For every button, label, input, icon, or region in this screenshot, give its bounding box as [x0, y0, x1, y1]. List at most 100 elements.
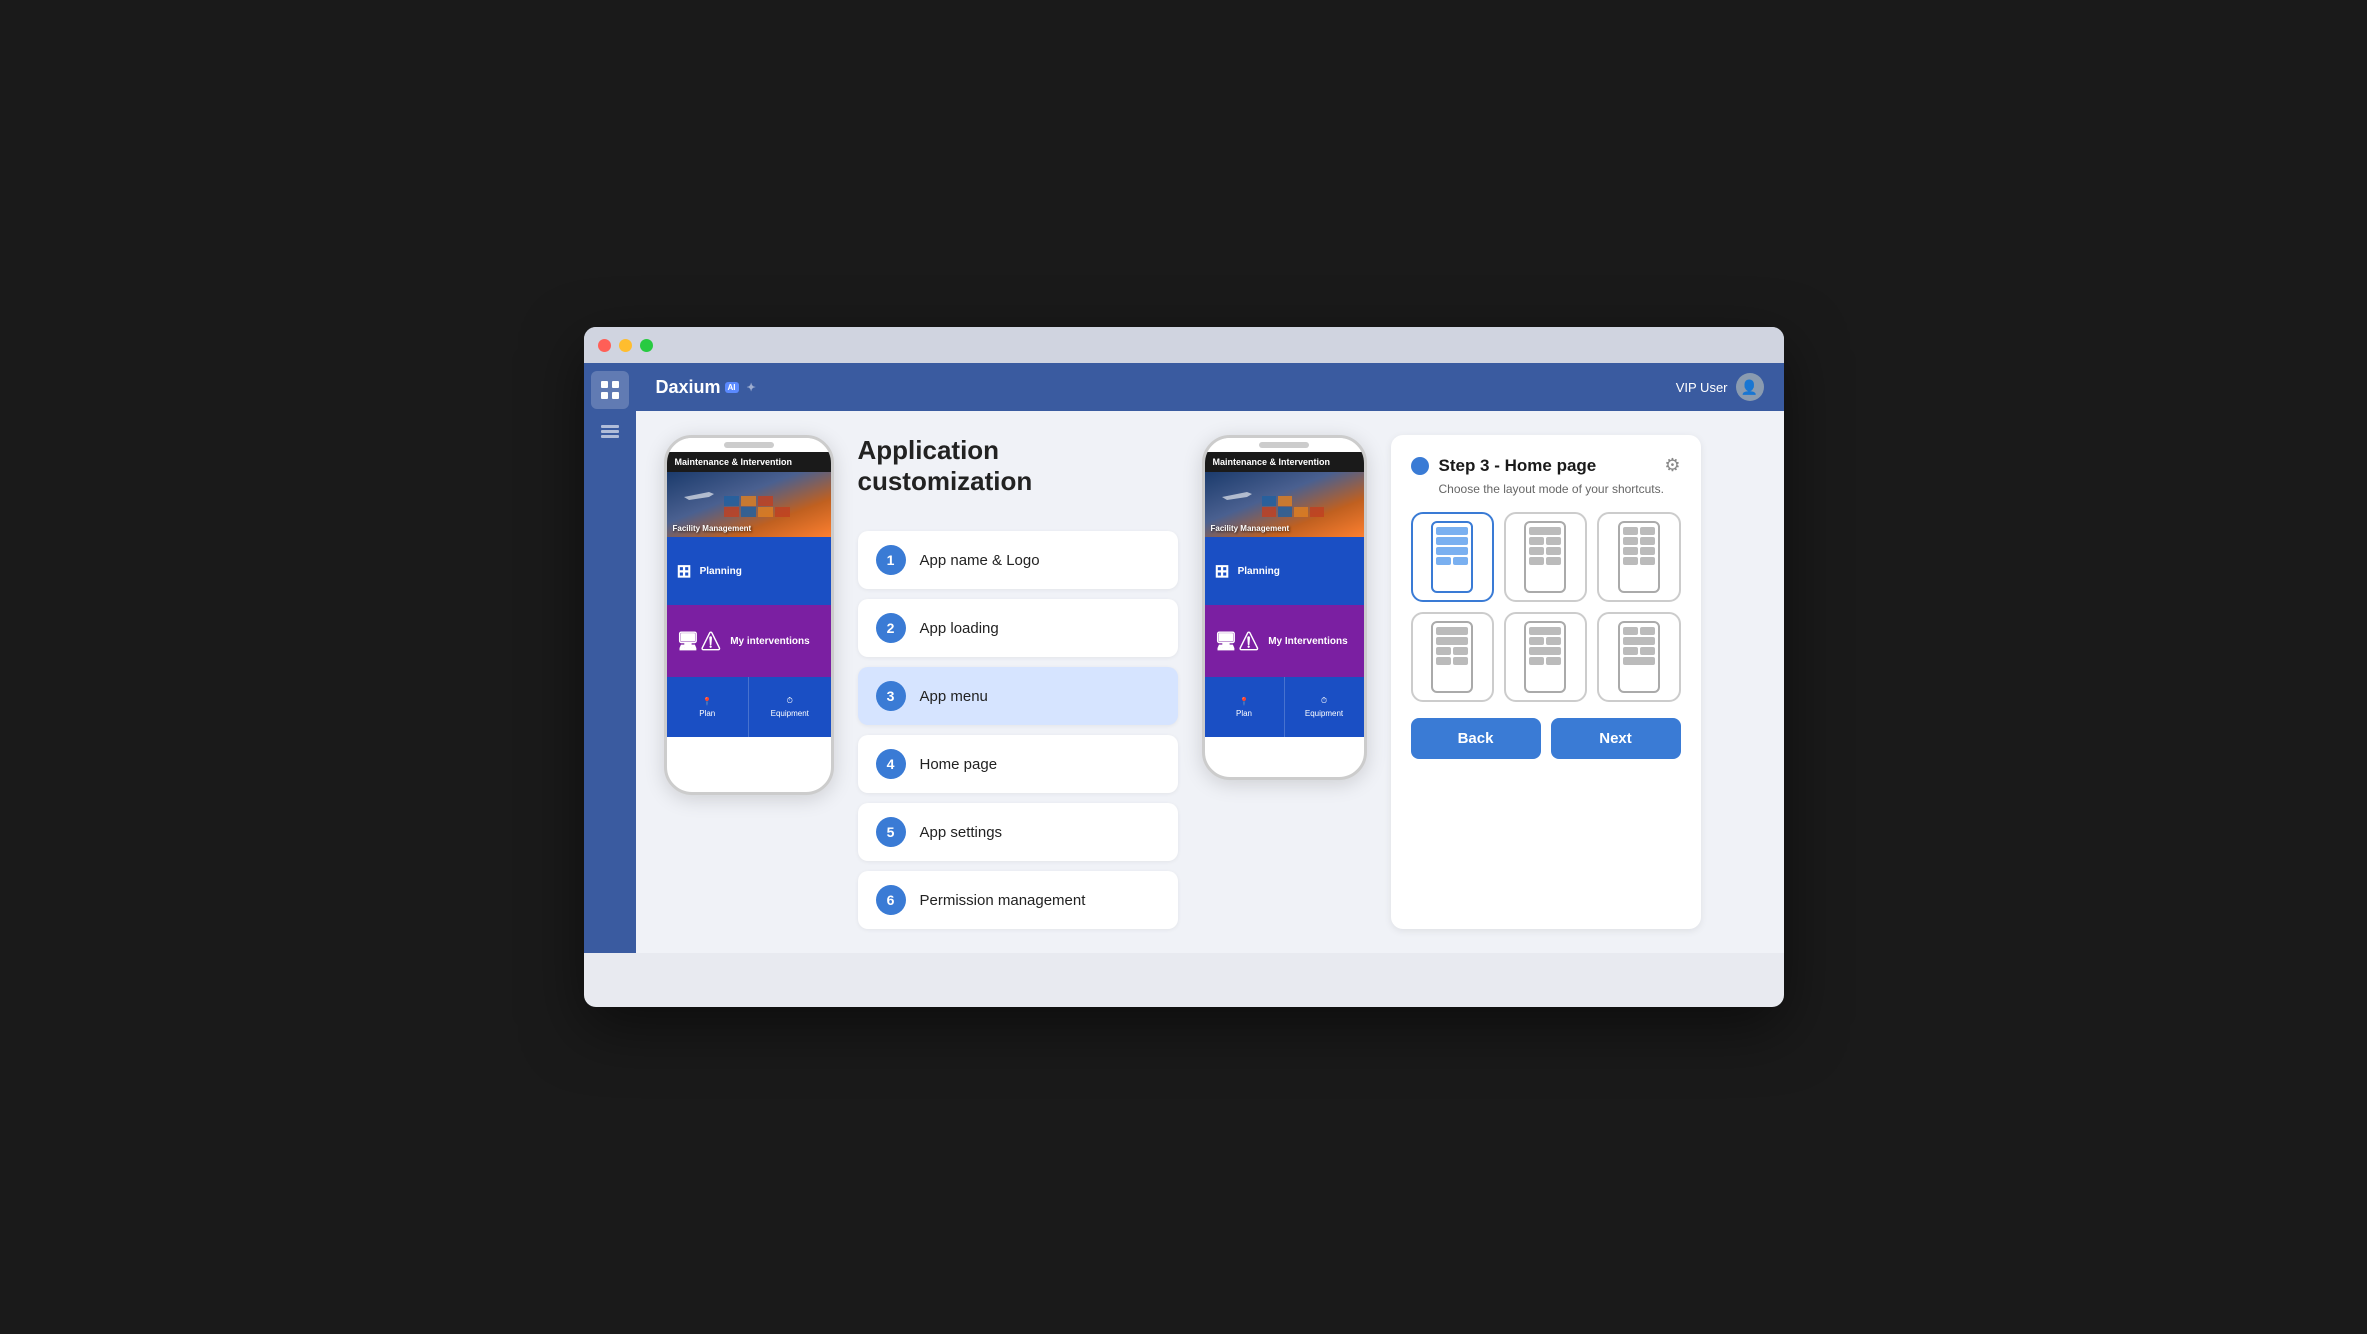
maximize-button[interactable] — [640, 339, 653, 352]
minimize-button[interactable] — [619, 339, 632, 352]
layout-row-5-2 — [1529, 637, 1561, 645]
action-buttons: Back Next — [1411, 718, 1681, 759]
layout-row-3-2 — [1623, 537, 1655, 545]
right-phone-header: Maintenance & Intervention — [1205, 452, 1364, 472]
layout-phone-mini-4 — [1431, 621, 1473, 693]
interventions-label: My interventions — [730, 636, 809, 647]
step-heading: Step 3 - Home page — [1439, 456, 1597, 476]
layout-row-3-4 — [1623, 557, 1655, 565]
right-phone-hero-caption: Facility Management — [1211, 524, 1290, 533]
right-interventions-label: My Interventions — [1268, 636, 1347, 647]
layout-row-6-3 — [1623, 647, 1655, 655]
user-label: VIP User — [1676, 380, 1728, 395]
step-item-2[interactable]: 2 App loading — [858, 599, 1178, 657]
right-interventions-icon: 🖥⚠ — [1215, 631, 1261, 652]
step-indicator-dot — [1411, 457, 1429, 475]
right-panel: Step 3 - Home page ⚙ Choose the layout m… — [1391, 435, 1701, 929]
layout-phone-mini-2 — [1524, 521, 1566, 593]
interventions-icon: 🖥⚠ — [677, 631, 723, 652]
plan-label: Plan — [699, 709, 715, 718]
layout-row-2-4 — [1529, 557, 1561, 565]
sidebar — [584, 363, 636, 953]
layout-row-2 — [1436, 537, 1468, 545]
next-button[interactable]: Next — [1551, 718, 1681, 759]
planning-icon: ⊞ — [677, 561, 692, 582]
layout-row-2-2 — [1529, 537, 1561, 545]
right-planning-label: Planning — [1238, 566, 1280, 577]
step-label-6: Permission management — [920, 892, 1086, 909]
phone-tile-plan: 📍 Plan — [667, 677, 750, 737]
right-phone-tile-plan: 📍 Plan — [1205, 677, 1285, 737]
layout-phone-mini-5 — [1524, 621, 1566, 693]
layout-option-2[interactable] — [1504, 512, 1587, 602]
layout-row-4-2 — [1436, 637, 1468, 645]
right-phone-notch — [1205, 438, 1364, 452]
layout-phone-mini-6 — [1618, 621, 1660, 693]
titlebar — [584, 327, 1784, 363]
layout-row-6-4 — [1623, 657, 1655, 665]
layout-row-4 — [1436, 557, 1468, 565]
settings-button[interactable]: ⚙ — [1664, 455, 1680, 476]
step-label-4: Home page — [920, 756, 998, 773]
phone-hero-image: Facility Management — [667, 472, 831, 537]
user-avatar: 👤 — [1736, 373, 1764, 401]
step-title-row: Step 3 - Home page — [1411, 456, 1597, 476]
mac-window: DaxiumAI ✦ VIP User 👤 Maintenance & I — [584, 327, 1784, 1007]
phone-header-label: Maintenance & Intervention — [667, 452, 831, 472]
step-badge-4: 4 — [876, 749, 906, 779]
middle-phone-section: Maintenance & Intervention — [1202, 435, 1367, 929]
equipment-label: Equipment — [771, 709, 809, 718]
layout-option-4[interactable] — [1411, 612, 1494, 702]
sidebar-table-icon[interactable] — [591, 413, 629, 451]
back-button[interactable]: Back — [1411, 718, 1541, 759]
step-item-5[interactable]: 5 App settings — [858, 803, 1178, 861]
layout-phone-mini-3 — [1618, 521, 1660, 593]
page-title: Application customization — [858, 435, 1178, 497]
phone-hero-caption: Facility Management — [673, 524, 752, 533]
steps-section: Application customization 1 App name & L… — [858, 435, 1178, 929]
right-equipment-icon: ⏱ — [1321, 696, 1327, 706]
app-shell: DaxiumAI ✦ VIP User 👤 Maintenance & I — [584, 363, 1784, 953]
phone-tile-equipment: ⏱ Equipment — [749, 677, 831, 737]
close-button[interactable] — [598, 339, 611, 352]
step-item-1[interactable]: 1 App name & Logo — [858, 531, 1178, 589]
layout-option-1[interactable] — [1411, 512, 1494, 602]
step-label-3: App menu — [920, 688, 988, 705]
step-badge-2: 2 — [876, 613, 906, 643]
left-phone-mockup: Maintenance & Intervention — [664, 435, 834, 795]
layout-row-2-3 — [1529, 547, 1561, 555]
step-item-6[interactable]: 6 Permission management — [858, 871, 1178, 929]
layout-option-6[interactable] — [1597, 612, 1680, 702]
plan-icon: 📍 — [702, 697, 712, 706]
step-badge-1: 1 — [876, 545, 906, 575]
content-area: Maintenance & Intervention — [636, 411, 1784, 953]
right-equipment-label: Equipment — [1305, 709, 1343, 718]
layout-row-6-2 — [1623, 637, 1655, 645]
app-logo: DaxiumAI ✦ — [656, 377, 756, 398]
phone-tile-planning: ⊞ Planning — [667, 537, 831, 605]
layout-row-4-1 — [1436, 627, 1468, 635]
layout-row-6-1 — [1623, 627, 1655, 635]
user-menu[interactable]: VIP User 👤 — [1676, 373, 1764, 401]
step-description: Choose the layout mode of your shortcuts… — [1439, 482, 1681, 496]
logo-sup: AI — [725, 382, 739, 393]
right-phone-tile-planning: ⊞ Planning — [1205, 537, 1364, 605]
phone-notch — [667, 438, 831, 452]
step-item-4[interactable]: 4 Home page — [858, 735, 1178, 793]
layout-row-5-4 — [1529, 657, 1561, 665]
layout-option-3[interactable] — [1597, 512, 1680, 602]
layout-row-3-3 — [1623, 547, 1655, 555]
step-label-5: App settings — [920, 824, 1003, 841]
top-bar: DaxiumAI ✦ VIP User 👤 — [636, 363, 1784, 411]
step-item-3[interactable]: 3 App menu — [858, 667, 1178, 725]
sidebar-grid-icon[interactable] — [591, 371, 629, 409]
layout-option-5[interactable] — [1504, 612, 1587, 702]
right-planning-icon: ⊞ — [1215, 561, 1230, 582]
right-plan-label: Plan — [1236, 709, 1252, 718]
step-label-1: App name & Logo — [920, 552, 1040, 569]
right-phone-tile-interventions: 🖥⚠ My Interventions — [1205, 605, 1364, 677]
layout-options-grid — [1411, 512, 1681, 702]
step-badge-6: 6 — [876, 885, 906, 915]
phone-tile-interventions: 🖥⚠ My interventions — [667, 605, 831, 677]
phone-bottom-row: 📍 Plan ⏱ Equipment — [667, 677, 831, 737]
